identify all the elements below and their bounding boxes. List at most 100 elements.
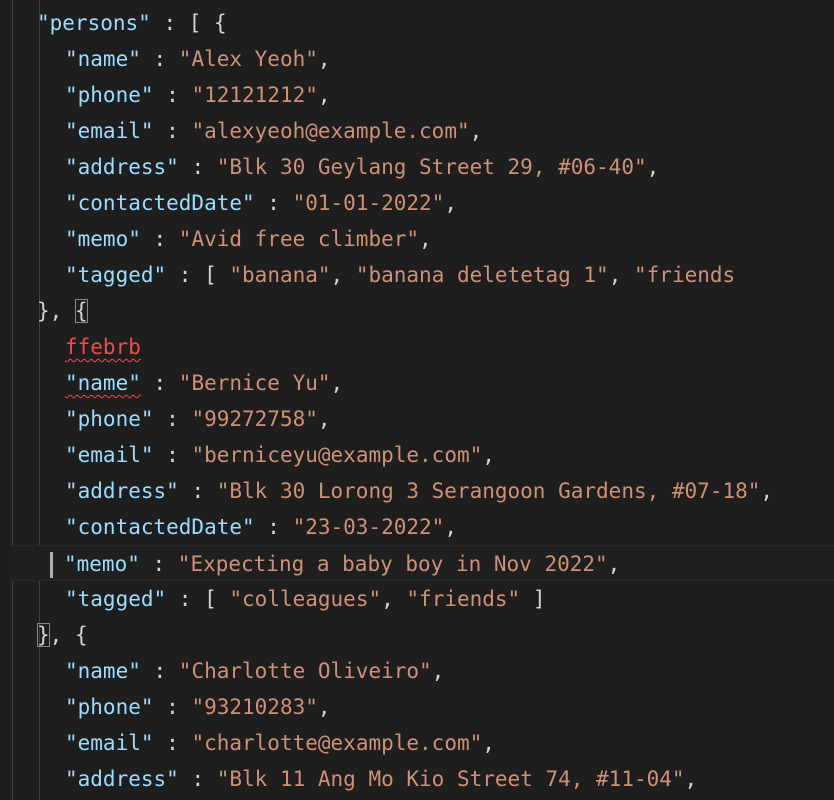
code-line[interactable]: "name" : "Charlotte Oliveiro", [65,653,444,689]
code-line[interactable]: "email" : "berniceyu@example.com", [65,437,495,473]
json-separator: : [139,552,178,576]
json-string-value: "Alex Yeoh" [178,47,318,71]
json-separator: : [178,767,217,791]
matched-bracket: } [37,623,50,647]
json-comma: , [646,155,660,179]
json-string-value: "Bernice Yu" [178,371,331,395]
code-line[interactable]: "address" : "Blk 30 Lorong 3 Serangoon G… [65,473,773,509]
json-key: "name" [65,371,141,395]
syntax-error-token: ffebrb [65,335,141,359]
code-line[interactable]: "email" : "charlotte@example.com", [65,725,495,761]
json-key: "name" [65,659,141,683]
json-key: "name" [65,47,141,71]
json-separator: : [140,659,179,683]
json-string-value: "Blk 11 Ang Mo Kio Street 74, #11-04" [216,767,685,791]
code-line[interactable]: "phone" : "93210283", [65,689,331,725]
json-brace: , { [49,623,88,647]
code-line[interactable]: }, { [37,617,88,653]
json-comma: , [482,443,495,467]
indent-guide [39,0,40,800]
json-comma: , [419,227,432,251]
json-separator: : [153,119,192,143]
code-line[interactable]: "name" : "Bernice Yu", [65,365,343,401]
code-line[interactable]: "tagged" : [ "banana", "banana deletetag… [65,257,735,293]
json-tag-value: "colleagues" [229,587,382,611]
json-comma: , [330,371,344,395]
json-key: "email" [65,119,154,143]
json-key: "memo" [64,552,140,576]
json-key: "email" [65,731,154,755]
json-separator: : [140,371,179,395]
json-key: "address" [65,767,179,791]
json-string-value: "Blk 30 Geylang Street 29, #06-40" [216,155,647,179]
code-editor[interactable]: "persons" : [ {"name" : "Alex Yeoh", "pho… [0,0,834,800]
code-line[interactable]: "contactedDate" : "01-01-2022", [65,185,457,221]
json-string-value: "01-01-2022" [292,191,445,215]
json-separator: : [153,83,192,107]
json-key: "phone" [65,407,154,431]
code-line[interactable]: "tagged" : [ "colleagues", "friends" ] [65,581,546,617]
code-line[interactable]: "address" : "Blk 11 Ang Mo Kio Street 74… [65,761,697,797]
json-separator: : [140,47,179,71]
json-key: "phone" [65,695,154,719]
json-bracket: [ [204,587,230,611]
json-string-value: "93210283" [191,695,318,719]
json-comma: , [469,119,483,143]
json-comma: , [684,767,698,791]
json-key: "contactedDate" [65,191,255,215]
json-key: "tagged" [65,587,167,611]
code-line[interactable]: "contactedDate" : "23-03-2022", [65,509,457,545]
json-separator: : [140,227,179,251]
json-separator: : [254,191,293,215]
json-key: "address" [65,155,179,179]
json-separator: : [153,695,192,719]
json-string-value: "Blk 30 Lorong 3 Serangoon Gardens, #07-… [216,479,761,503]
json-comma: , [482,731,495,755]
json-tag-value: "friends" [406,587,521,611]
code-line[interactable]: }, { [37,293,88,329]
json-separator: : [178,479,217,503]
code-line[interactable]: "name" : "Alex Yeoh", [65,41,331,77]
json-string-value: "charlotte@example.com" [191,731,483,755]
json-separator: : [153,443,192,467]
json-separator: : [153,407,192,431]
code-line[interactable]: "memo" : "Avid free climber", [65,221,432,257]
json-string-value: "Avid free climber" [178,227,420,251]
indent-guide [12,0,13,800]
json-separator: : [153,731,192,755]
json-comma: , [317,695,331,719]
json-comma: , [317,407,331,431]
json-tag-value: "banana deletetag 1" [355,263,609,287]
code-line[interactable]: ffebrb [65,329,141,365]
json-tag-value: "friends [634,263,736,287]
json-string-value: "99272758" [191,407,318,431]
json-brace: }, [37,299,75,323]
json-separator: : [150,11,189,35]
json-comma: , [330,263,356,287]
json-string-value: "Expecting a baby boy in Nov 2022" [177,552,608,576]
json-comma: , [760,479,774,503]
json-comma: , [608,263,635,287]
json-comma: , [607,552,621,576]
json-bracket: [ [204,263,230,287]
code-line[interactable]: "email" : "alexyeoh@example.com", [65,113,482,149]
json-key: "tagged" [65,263,167,287]
json-comma: , [317,47,331,71]
json-string-value: "Charlotte Oliveiro" [178,659,432,683]
code-line[interactable]: "phone" : "99272758", [65,401,331,437]
json-bracket: ] [520,587,546,611]
code-line[interactable]: "memo" : "Expecting a baby boy in Nov 20… [10,545,834,581]
code-line[interactable]: "address" : "Blk 30 Geylang Street 29, #… [65,149,659,185]
json-comma: , [381,587,407,611]
code-line[interactable]: "persons" : [ { [37,5,227,41]
json-comma: , [444,191,457,215]
json-separator: : [254,515,293,539]
matched-bracket: { [74,299,88,323]
json-string-value: "berniceyu@example.com" [191,443,483,467]
json-comma: , [317,83,331,107]
json-separator: : [166,263,205,287]
code-line[interactable]: "phone" : "12121212", [65,77,331,113]
json-string-value: "23-03-2022" [292,515,445,539]
json-tag-value: "banana" [229,263,331,287]
json-bracket: [ { [188,11,227,35]
